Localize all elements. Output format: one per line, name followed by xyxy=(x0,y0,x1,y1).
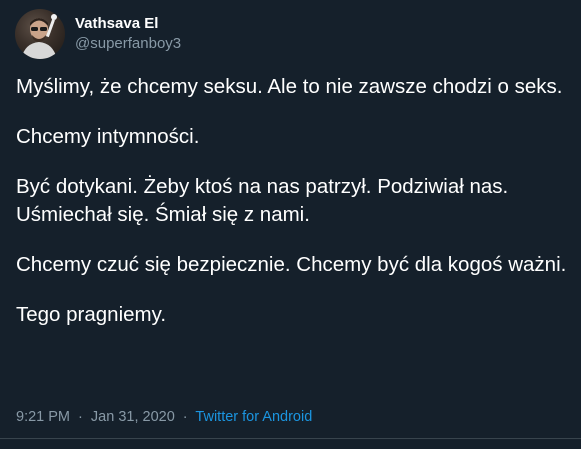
meta-separator: · xyxy=(182,409,188,425)
author-names: Vathsava El @superfanboy3 xyxy=(75,14,181,54)
tweet-paragraph: Myślimy, że chcemy seksu. Ale to nie zaw… xyxy=(16,75,563,98)
tweet-card: Vathsava El @superfanboy3 Myślimy, że ch… xyxy=(0,0,581,449)
tweet-time[interactable]: 9:21 PM xyxy=(16,409,70,425)
tweet-text: Myślimy, że chcemy seksu. Ale to nie zaw… xyxy=(16,73,571,351)
tweet-source-link[interactable]: Twitter for Android xyxy=(195,409,312,425)
tweet-paragraph: Być dotykani. Żeby ktoś na nas patrzył. … xyxy=(16,175,509,226)
user-avatar-photo-icon xyxy=(21,14,57,59)
tweet-header: Vathsava El @superfanboy3 xyxy=(15,9,181,59)
divider xyxy=(0,438,581,439)
tweet-meta: 9:21 PM · Jan 31, 2020 · Twitter for And… xyxy=(16,407,312,427)
meta-separator: · xyxy=(78,409,83,425)
tweet-paragraph: Chcemy czuć się bezpiecznie. Chcemy być … xyxy=(16,253,567,276)
avatar[interactable] xyxy=(15,9,65,59)
tweet-paragraph: Tego pragniemy. xyxy=(16,303,167,326)
author-display-name[interactable]: Vathsava El xyxy=(75,14,181,34)
tweet-date[interactable]: Jan 31, 2020 xyxy=(91,409,175,425)
author-handle[interactable]: @superfanboy3 xyxy=(75,34,181,54)
tweet-paragraph: Chcemy intymności. xyxy=(16,125,200,148)
